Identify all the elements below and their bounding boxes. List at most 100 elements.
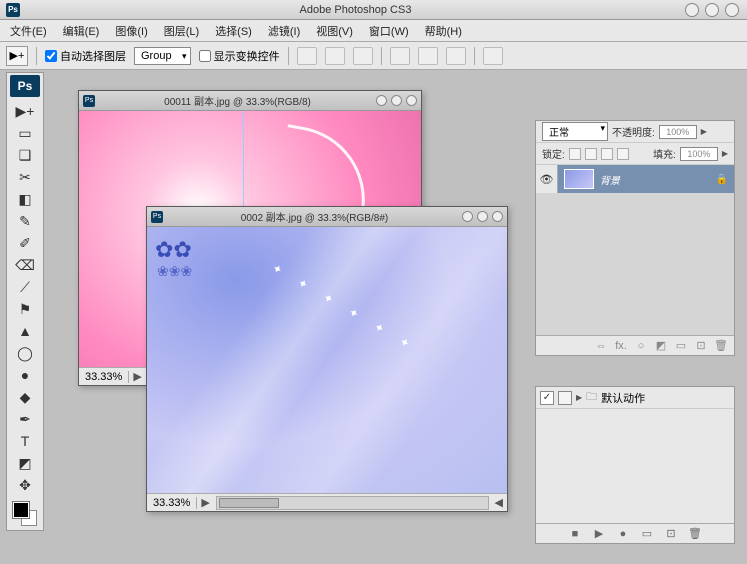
document-title: 00011 副本.jpg @ 33.3%(RGB/8): [99, 93, 376, 108]
action-dialog-toggle[interactable]: [558, 391, 572, 405]
new-set-icon[interactable]: ▭: [640, 527, 654, 541]
path-selection-tool[interactable]: ◩: [11, 452, 39, 474]
fill-input[interactable]: 100%: [680, 147, 718, 161]
pen-tool[interactable]: ✒: [11, 408, 39, 430]
zoom-readout[interactable]: 33.33%: [79, 371, 129, 383]
play-icon[interactable]: ▶: [592, 527, 606, 541]
align-option-icon[interactable]: [390, 47, 410, 65]
menu-view[interactable]: 视图(V): [310, 21, 359, 41]
dodge-tool[interactable]: ◆: [11, 386, 39, 408]
doc-minimize-button[interactable]: [376, 95, 387, 106]
auto-select-target-dropdown[interactable]: Group: [134, 47, 191, 65]
maximize-button[interactable]: [705, 3, 719, 17]
status-arrow-icon[interactable]: ▶: [129, 370, 145, 383]
chevron-right-icon[interactable]: ▶: [722, 149, 728, 158]
blend-mode-dropdown[interactable]: 正常: [542, 122, 608, 141]
eyedropper-tool[interactable]: ✎: [11, 210, 39, 232]
shape-tool[interactable]: ✥: [11, 474, 39, 496]
layer-fx-icon[interactable]: fx.: [614, 339, 628, 353]
actions-list[interactable]: [536, 409, 734, 523]
document-canvas[interactable]: ✦ ✦ ✦ ✦ ✦ ✦: [147, 227, 507, 493]
adjustment-layer-icon[interactable]: ◩: [654, 339, 668, 353]
zoom-readout[interactable]: 33.33%: [147, 497, 197, 509]
action-set-checkbox[interactable]: ✓: [540, 391, 554, 405]
disclosure-triangle-icon[interactable]: ▶: [576, 393, 582, 402]
history-brush-tool[interactable]: ⚑: [11, 298, 39, 320]
align-option-icon[interactable]: [446, 47, 466, 65]
distribute-option-icon[interactable]: [483, 47, 503, 65]
new-action-icon[interactable]: ⊡: [664, 527, 678, 541]
chevron-right-icon[interactable]: ▶: [701, 127, 707, 136]
type-tool[interactable]: T: [11, 430, 39, 452]
layer-name[interactable]: 背景: [600, 172, 716, 187]
gradient-tool[interactable]: ◯: [11, 342, 39, 364]
menu-layer[interactable]: 图层(L): [158, 21, 205, 41]
menu-select[interactable]: 选择(S): [209, 21, 258, 41]
move-tool[interactable]: ▶+: [11, 100, 39, 122]
lock-transparency-icon[interactable]: [569, 148, 581, 160]
record-icon[interactable]: ●: [616, 527, 630, 541]
new-group-icon[interactable]: ▭: [674, 339, 688, 353]
foreground-color-swatch[interactable]: [13, 502, 29, 518]
menu-filter[interactable]: 滤镜(I): [262, 21, 306, 41]
menu-window[interactable]: 窗口(W): [363, 21, 415, 41]
fill-label: 填充:: [653, 146, 676, 161]
opacity-label: 不透明度:: [612, 124, 655, 139]
layer-visibility-icon[interactable]: 👁: [536, 165, 558, 193]
workspace: Ps ▶+ ▭ ❑ ✂ ◧ ✎ ✐ ⌫ ⟋ ⚑ ▲ ◯ ● ◆ ✒ T ◩ ✥ …: [0, 70, 747, 564]
current-tool-indicator[interactable]: ▶+: [6, 46, 28, 66]
doc-maximize-button[interactable]: [391, 95, 402, 106]
lasso-tool[interactable]: ❑: [11, 144, 39, 166]
blur-tool[interactable]: ●: [11, 364, 39, 386]
close-button[interactable]: [725, 3, 739, 17]
status-arrow-icon[interactable]: ▶: [197, 496, 213, 509]
menu-edit[interactable]: 编辑(E): [57, 21, 106, 41]
color-swatches[interactable]: [11, 500, 39, 528]
auto-select-layer-input[interactable]: [45, 50, 57, 62]
new-layer-icon[interactable]: ⊡: [694, 339, 708, 353]
opacity-input[interactable]: 100%: [659, 125, 697, 139]
align-option-icon[interactable]: [353, 47, 373, 65]
layer-thumbnail[interactable]: [564, 169, 594, 189]
align-option-icon[interactable]: [418, 47, 438, 65]
lock-all-icon[interactable]: [617, 148, 629, 160]
minimize-button[interactable]: [685, 3, 699, 17]
doc-maximize-button[interactable]: [477, 211, 488, 222]
window-controls: [685, 3, 739, 17]
marquee-tool[interactable]: ▭: [11, 122, 39, 144]
options-bar: ▶+ 自动选择图层 Group 显示变换控件: [0, 42, 747, 70]
doc-minimize-button[interactable]: [462, 211, 473, 222]
crop-tool[interactable]: ◧: [11, 188, 39, 210]
document-titlebar[interactable]: Ps 0002 副本.jpg @ 33.3%(RGB/8#): [147, 207, 507, 227]
align-option-icon[interactable]: [297, 47, 317, 65]
horizontal-scrollbar[interactable]: [216, 496, 489, 510]
delete-layer-icon[interactable]: 🗑: [714, 339, 728, 353]
show-transform-input[interactable]: [199, 50, 211, 62]
clone-stamp-tool[interactable]: ⟋: [11, 276, 39, 298]
lock-pixels-icon[interactable]: [585, 148, 597, 160]
menu-file[interactable]: 文件(E): [4, 21, 53, 41]
scrollbar-thumb[interactable]: [219, 498, 279, 508]
show-transform-checkbox[interactable]: 显示变换控件: [199, 48, 280, 64]
menu-image[interactable]: 图像(I): [109, 21, 153, 41]
healing-brush-tool[interactable]: ✐: [11, 232, 39, 254]
actions-default-set-row[interactable]: ✓ ▶ 🗀 默认动作: [536, 387, 734, 409]
brush-tool[interactable]: ⌫: [11, 254, 39, 276]
doc-close-button[interactable]: [406, 95, 417, 106]
lock-position-icon[interactable]: [601, 148, 613, 160]
stop-icon[interactable]: ■: [568, 527, 582, 541]
layer-mask-icon[interactable]: ○: [634, 339, 648, 353]
layer-item-background[interactable]: 👁 背景 🔒: [536, 165, 734, 193]
status-arrow-icon[interactable]: ◀: [491, 496, 507, 509]
eraser-tool[interactable]: ▲: [11, 320, 39, 342]
doc-close-button[interactable]: [492, 211, 503, 222]
delete-action-icon[interactable]: 🗑: [688, 527, 702, 541]
menu-help[interactable]: 帮助(H): [419, 21, 468, 41]
magic-wand-tool[interactable]: ✂: [11, 166, 39, 188]
document-window-2[interactable]: Ps 0002 副本.jpg @ 33.3%(RGB/8#) ✦ ✦ ✦ ✦ ✦…: [146, 206, 508, 512]
link-layers-icon[interactable]: ⇔: [594, 339, 608, 353]
layer-list[interactable]: 👁 背景 🔒: [536, 165, 734, 335]
auto-select-layer-checkbox[interactable]: 自动选择图层: [45, 48, 126, 64]
document-titlebar[interactable]: Ps 00011 副本.jpg @ 33.3%(RGB/8): [79, 91, 421, 111]
align-option-icon[interactable]: [325, 47, 345, 65]
